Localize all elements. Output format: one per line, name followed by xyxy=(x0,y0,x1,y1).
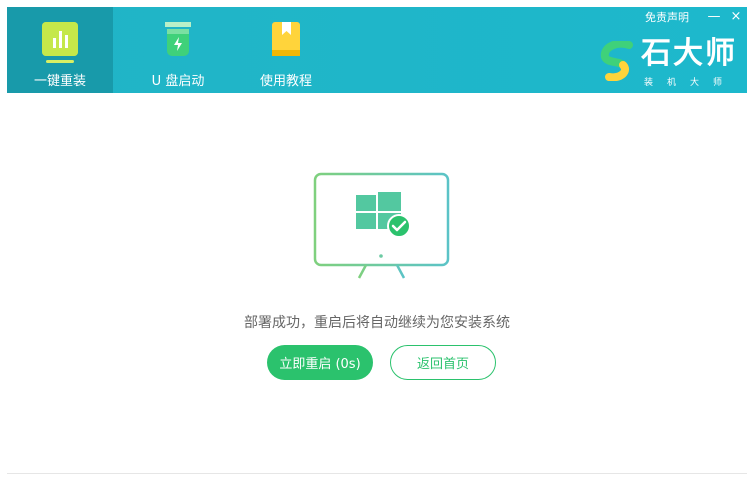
brand-name: 石大师 xyxy=(641,36,737,71)
back-home-button[interactable]: 返回首页 xyxy=(390,345,496,380)
restart-now-button[interactable]: 立即重启 (0s) xyxy=(267,345,373,380)
tab-usb-boot[interactable]: U 盘启动 xyxy=(125,7,231,93)
status-message: 部署成功，重启后将自动继续为您安装系统 xyxy=(244,315,510,331)
minimize-button[interactable]: — xyxy=(703,9,725,25)
tab-label: 使用教程 xyxy=(259,74,312,89)
footer-divider xyxy=(7,473,747,474)
monitor-success-icon xyxy=(313,172,450,280)
tab-label: 一键重装 xyxy=(33,74,86,89)
bar-chart-icon xyxy=(42,22,78,63)
tab-one-click-reinstall[interactable]: 一键重装 xyxy=(7,7,113,93)
brand-logo: 石大师 装机大师 xyxy=(599,37,737,88)
usb-drive-icon xyxy=(165,22,191,56)
tab-label: U 盘启动 xyxy=(151,74,205,89)
brand-subtitle: 装机大师 xyxy=(644,78,737,88)
header-bar: 一键重装 U 盘启动 使用教程 免责声明 — × 石大师 装机大师 xyxy=(7,7,747,93)
disclaimer-link[interactable]: 免责声明 xyxy=(645,9,689,25)
tab-tutorial[interactable]: 使用教程 xyxy=(233,7,339,93)
brand-logo-icon xyxy=(600,41,633,81)
window-controls: 免责声明 — × xyxy=(645,7,747,27)
book-icon xyxy=(272,22,300,56)
close-button[interactable]: × xyxy=(725,9,747,25)
